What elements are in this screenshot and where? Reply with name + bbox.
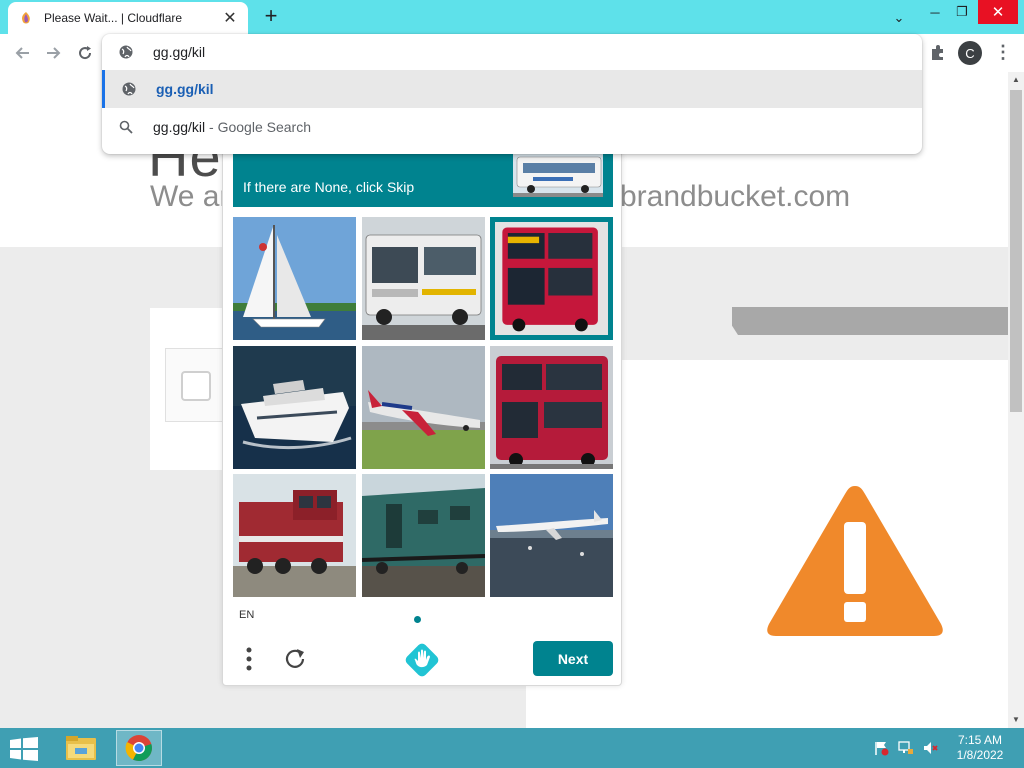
image-grid	[233, 217, 613, 597]
suggestion-search[interactable]: gg.gg/kil - Google Search	[102, 108, 922, 146]
hero-subtitle: We ar	[150, 180, 230, 213]
windows-taskbar: 7:15 AM 1/8/2022	[0, 728, 1024, 768]
file-explorer-taskbar-button[interactable]	[58, 730, 104, 766]
hcaptcha-logo-icon[interactable]	[405, 643, 439, 677]
suggestion-text: gg.gg/kil	[156, 81, 214, 97]
hcaptcha-challenge: If there are None, click Skip EN Next	[222, 120, 622, 686]
tab-title: Please Wait... | Cloudflare	[44, 11, 183, 25]
human-verify-checkbox[interactable]	[181, 371, 211, 401]
next-button[interactable]: Next	[533, 641, 613, 676]
example-bus-image	[513, 151, 603, 197]
tile-train-carriage[interactable]	[362, 474, 485, 597]
page-indicator-dot	[414, 616, 421, 623]
hero-domain: brandbucket.com	[620, 180, 851, 213]
network-icon[interactable]	[898, 740, 914, 756]
clock-time: 7:15 AM	[957, 733, 1003, 747]
scroll-down-arrow-icon[interactable]: ▼	[1008, 712, 1024, 728]
tile-train-locomotive[interactable]	[233, 474, 356, 597]
suggestion-query: gg.gg/kil	[153, 119, 206, 135]
action-center-flag-icon[interactable]	[874, 740, 890, 756]
scroll-up-arrow-icon[interactable]: ▲	[1008, 72, 1024, 88]
chrome-taskbar-button[interactable]	[116, 730, 162, 766]
windows-start-icon[interactable]	[10, 737, 38, 761]
reload-icon[interactable]	[74, 42, 96, 64]
new-tab-button[interactable]: +	[260, 5, 282, 27]
cloudflare-favicon-icon	[22, 12, 30, 24]
address-input[interactable]: gg.gg/kil	[153, 44, 205, 60]
tile-yacht[interactable]	[233, 346, 356, 469]
tile-bus[interactable]	[362, 217, 485, 340]
volume-muted-icon[interactable]	[922, 740, 938, 756]
browser-tab[interactable]: Please Wait... | Cloudflare ✕	[8, 2, 248, 34]
title-bar: Please Wait... | Cloudflare ✕ + ⌄ ─ ❐ ✕	[0, 0, 1024, 34]
tile-double-decker-bus-selected[interactable]	[490, 217, 613, 340]
language-selector[interactable]: EN	[239, 609, 254, 621]
tile-sailboat[interactable]	[233, 217, 356, 340]
warning-icon	[767, 486, 943, 636]
back-icon[interactable]	[12, 42, 34, 64]
folder-icon	[66, 736, 96, 760]
chrome-icon	[125, 735, 152, 762]
refresh-challenge-icon[interactable]	[283, 647, 307, 671]
tile-airplane[interactable]	[362, 346, 485, 469]
close-window-button[interactable]: ✕	[978, 0, 1018, 24]
close-tab-icon[interactable]: ✕	[222, 8, 238, 28]
tab-search-icon[interactable]: ⌄	[888, 6, 910, 30]
omnibox-dropdown: gg.gg/kil gg.gg/kil gg.gg/kil - Google S…	[102, 34, 922, 154]
browser-menu-icon[interactable]: ⋮	[994, 42, 1012, 63]
globe-icon	[122, 82, 136, 96]
maximize-button[interactable]: ❐	[948, 0, 976, 24]
tile-airplane[interactable]	[490, 474, 613, 597]
minimize-button[interactable]: ─	[922, 0, 948, 24]
search-icon	[119, 120, 133, 134]
clock-date: 1/8/2022	[956, 748, 1004, 762]
address-bar[interactable]: gg.gg/kil	[102, 34, 922, 70]
suggestion-suffix: - Google Search	[205, 119, 311, 135]
globe-icon	[119, 45, 133, 59]
suggestion-url[interactable]: gg.gg/kil	[102, 70, 922, 108]
suggestion-text: gg.gg/kil - Google Search	[153, 119, 311, 135]
tile-double-decker-bus[interactable]	[490, 346, 613, 469]
scrollbar-thumb[interactable]	[1010, 90, 1022, 412]
stripe-notch	[622, 307, 732, 335]
system-clock[interactable]: 7:15 AM 1/8/2022	[948, 733, 1012, 763]
more-options-icon[interactable]	[243, 645, 255, 673]
forward-icon[interactable]	[42, 42, 64, 64]
prompt-text: If there are None, click Skip	[243, 179, 415, 195]
extensions-puzzle-icon[interactable]	[928, 43, 948, 63]
profile-avatar[interactable]: C	[958, 41, 982, 65]
